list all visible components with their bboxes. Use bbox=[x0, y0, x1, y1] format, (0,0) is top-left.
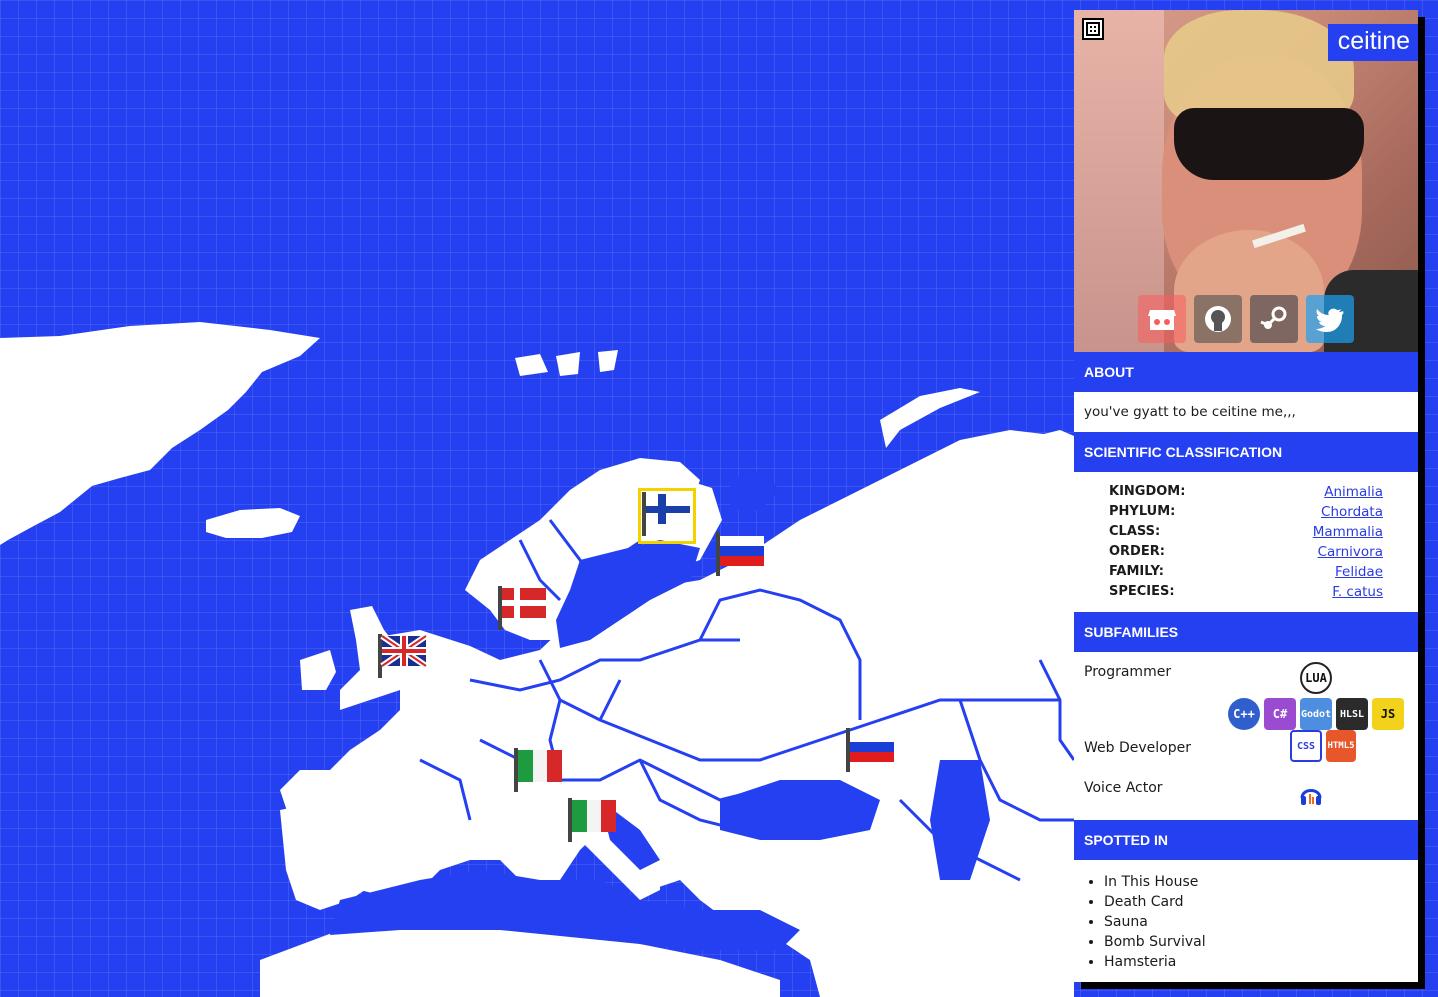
map-flag-russia[interactable] bbox=[712, 528, 768, 580]
list-item: In This House bbox=[1104, 872, 1408, 892]
classification-label: CLASS: bbox=[1109, 524, 1161, 539]
csharp-icon: C# bbox=[1264, 698, 1296, 730]
profile-name: ceitine bbox=[1327, 24, 1418, 61]
classification-link[interactable]: Carnivora bbox=[1318, 542, 1383, 562]
classification-label: FAMILY: bbox=[1109, 564, 1164, 579]
classification-row: SPECIES: F. catus bbox=[1109, 582, 1383, 602]
classification-label: ORDER: bbox=[1109, 544, 1165, 559]
profile-panel: ceitine ABOUT you've gyatt to be ceitine… bbox=[1074, 10, 1418, 982]
itch-io-icon[interactable] bbox=[1138, 295, 1186, 343]
hlsl-icon: HLSL bbox=[1336, 698, 1368, 730]
map-flag-united-kingdom[interactable] bbox=[374, 630, 430, 682]
css-icon: CSS bbox=[1290, 730, 1322, 762]
spotted-list: In This House Death Card Sauna Bomb Surv… bbox=[1074, 860, 1418, 972]
classification-label: PHYLUM: bbox=[1109, 504, 1176, 519]
about-heading: ABOUT bbox=[1074, 352, 1418, 392]
map-flag-italy[interactable] bbox=[510, 744, 566, 796]
map-flag-italy-south[interactable] bbox=[564, 794, 620, 846]
svalbard-landmass bbox=[515, 354, 548, 376]
map-flag-russia-south[interactable] bbox=[842, 724, 898, 776]
social-links bbox=[1138, 295, 1354, 343]
javascript-icon: JS bbox=[1372, 698, 1404, 730]
classification-row: CLASS: Mammalia bbox=[1109, 522, 1383, 542]
html5-icon: HTML5 bbox=[1326, 730, 1356, 762]
subfamilies-heading: SUBFAMILIES bbox=[1074, 612, 1418, 652]
iceland-landmass bbox=[206, 508, 300, 538]
classification-label: KINGDOM: bbox=[1109, 484, 1186, 499]
classification-link[interactable]: F. catus bbox=[1332, 582, 1383, 602]
audacity-icon bbox=[1298, 782, 1324, 808]
subfamilies-list: Programmer LUA C++ C# Godot HLSL JS Web … bbox=[1074, 652, 1418, 820]
godot-icon: Godot bbox=[1300, 698, 1332, 730]
classification-row: FAMILY: Felidae bbox=[1109, 562, 1383, 582]
twitter-icon[interactable] bbox=[1306, 295, 1354, 343]
classification-link[interactable]: Mammalia bbox=[1313, 522, 1383, 542]
classification-link[interactable]: Chordata bbox=[1321, 502, 1383, 522]
spotted-heading: SPOTTED IN bbox=[1074, 820, 1418, 860]
selection-frame bbox=[638, 488, 696, 544]
map-flag-finland[interactable] bbox=[638, 488, 696, 544]
classification-link[interactable]: Felidae bbox=[1335, 562, 1383, 582]
ireland-landmass bbox=[300, 650, 336, 690]
about-text: you've gyatt to be ceitine me,,, bbox=[1084, 404, 1296, 420]
expand-icon[interactable] bbox=[1082, 18, 1104, 40]
steam-icon[interactable] bbox=[1250, 295, 1298, 343]
classification-row: ORDER: Carnivora bbox=[1109, 542, 1383, 562]
cpp-icon: C++ bbox=[1228, 698, 1260, 730]
map-flag-denmark[interactable] bbox=[494, 582, 550, 634]
classification-row: KINGDOM: Animalia bbox=[1109, 482, 1383, 502]
classification-heading: SCIENTIFIC CLASSIFICATION bbox=[1074, 432, 1418, 472]
profile-photo: ceitine bbox=[1074, 10, 1418, 352]
classification-row: PHYLUM: Chordata bbox=[1109, 502, 1383, 522]
white-sea bbox=[730, 470, 780, 510]
subfamily-label: Voice Actor bbox=[1084, 780, 1163, 796]
classification-label: SPECIES: bbox=[1109, 584, 1175, 599]
classification-table: KINGDOM: Animalia PHYLUM: Chordata CLASS: M… bbox=[1074, 472, 1418, 612]
list-item: Sauna bbox=[1104, 912, 1408, 932]
subfamily-label: Web Developer bbox=[1084, 740, 1191, 756]
classification-link[interactable]: Animalia bbox=[1324, 482, 1383, 502]
lua-icon: LUA bbox=[1300, 662, 1332, 694]
github-icon[interactable] bbox=[1194, 295, 1242, 343]
list-item: Bomb Survival bbox=[1104, 932, 1408, 952]
list-item: Death Card bbox=[1104, 892, 1408, 912]
subfamily-label: Programmer bbox=[1084, 664, 1172, 680]
list-item: Hamsteria bbox=[1104, 952, 1408, 972]
